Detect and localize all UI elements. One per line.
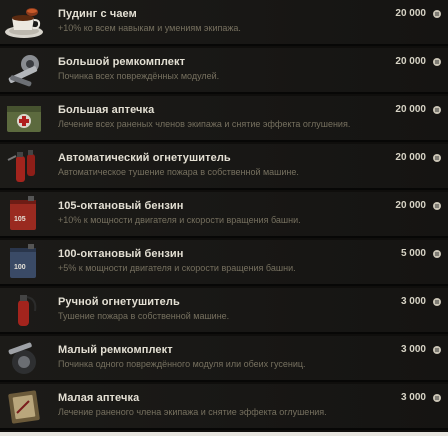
item-price: 20 000 (395, 200, 426, 211)
fuel-badge: 100 (14, 264, 26, 271)
automatic-fire-extinguisher-icon (2, 146, 46, 186)
credits-icon (433, 202, 441, 210)
item-title: Малый ремкомплект (58, 344, 173, 356)
item-description: +5% к мощности двигателя и скорости вращ… (58, 263, 296, 273)
item-price: 20 000 (395, 8, 426, 19)
item-description: Починка одного повреждённого модуля или … (58, 359, 306, 369)
consumables-list: Пудинг с чаем +10% ко всем навыкам и уме… (0, 0, 448, 436)
credits-icon (433, 58, 441, 66)
pudding-tea-icon (2, 2, 46, 42)
consumable-row-large-repair-kit[interactable]: Большой ремкомплект Починка всех поврежд… (0, 48, 448, 94)
credits-icon (433, 154, 441, 162)
item-description: Автоматическое тушение пожара в собствен… (58, 167, 299, 177)
credits-icon (433, 298, 441, 306)
consumable-row-pudding[interactable]: Пудинг с чаем +10% ко всем навыкам и уме… (0, 0, 448, 46)
item-price: 20 000 (395, 152, 426, 163)
fuel-100-icon: 100 (2, 242, 46, 282)
item-title: Ручной огнетушитель (58, 296, 180, 308)
item-price: 3 000 (400, 296, 426, 307)
item-title: Большая аптечка (58, 104, 155, 116)
item-title: Малая аптечка (58, 392, 140, 404)
item-title: Пудинг с чаем (58, 8, 137, 20)
item-title: Большой ремкомплект (58, 56, 186, 68)
consumable-row-manual-fire-extinguisher[interactable]: Ручной огнетушитель Тушение пожара в соб… (0, 288, 448, 334)
bottom-scroll-bar (0, 432, 448, 436)
item-description: Починка всех повреждённых модулей. (58, 71, 220, 81)
item-description: Лечение раненого члена экипажа и снятие … (58, 407, 327, 417)
consumable-row-large-first-aid-kit[interactable]: Большая аптечка Лечение всех раненых чле… (0, 96, 448, 142)
credits-icon (433, 394, 441, 402)
credits-icon (433, 106, 441, 114)
consumable-row-automatic-fire-extinguisher[interactable]: Автоматический огнетушитель Автоматическ… (0, 144, 448, 190)
consumable-row-small-first-aid-kit[interactable]: Малая аптечка Лечение раненого члена эки… (0, 384, 448, 430)
small-first-aid-kit-icon (2, 386, 46, 426)
item-price: 20 000 (395, 56, 426, 67)
consumable-row-fuel-100[interactable]: 100 100-октановый бензин +5% к мощности … (0, 240, 448, 286)
large-first-aid-kit-icon (2, 98, 46, 138)
manual-fire-extinguisher-icon (2, 290, 46, 330)
credits-icon (433, 346, 441, 354)
consumable-row-fuel-105[interactable]: 105 105-октановый бензин +10% к мощности… (0, 192, 448, 238)
item-title: 105-октановый бензин (58, 200, 184, 212)
large-repair-kit-icon (2, 50, 46, 90)
item-title: 100-октановый бензин (58, 248, 184, 260)
item-price: 3 000 (400, 344, 426, 355)
item-description: Лечение всех раненых членов экипажа и сн… (58, 119, 351, 129)
item-description: +10% ко всем навыкам и умениям экипажа. (58, 23, 241, 33)
item-price: 3 000 (400, 392, 426, 403)
item-description: +10% к мощности двигателя и скорости вра… (58, 215, 301, 225)
item-description: Тушение пожара в собственной машине. (58, 311, 230, 321)
credits-icon (433, 250, 441, 258)
consumable-row-small-repair-kit[interactable]: Малый ремкомплект Починка одного поврежд… (0, 336, 448, 382)
item-price: 20 000 (395, 104, 426, 115)
small-repair-kit-icon (2, 338, 46, 378)
fuel-105-icon: 105 (2, 194, 46, 234)
fuel-badge: 105 (14, 216, 26, 223)
credits-icon (433, 10, 441, 18)
item-price: 5 000 (400, 248, 426, 259)
item-title: Автоматический огнетушитель (58, 152, 231, 164)
